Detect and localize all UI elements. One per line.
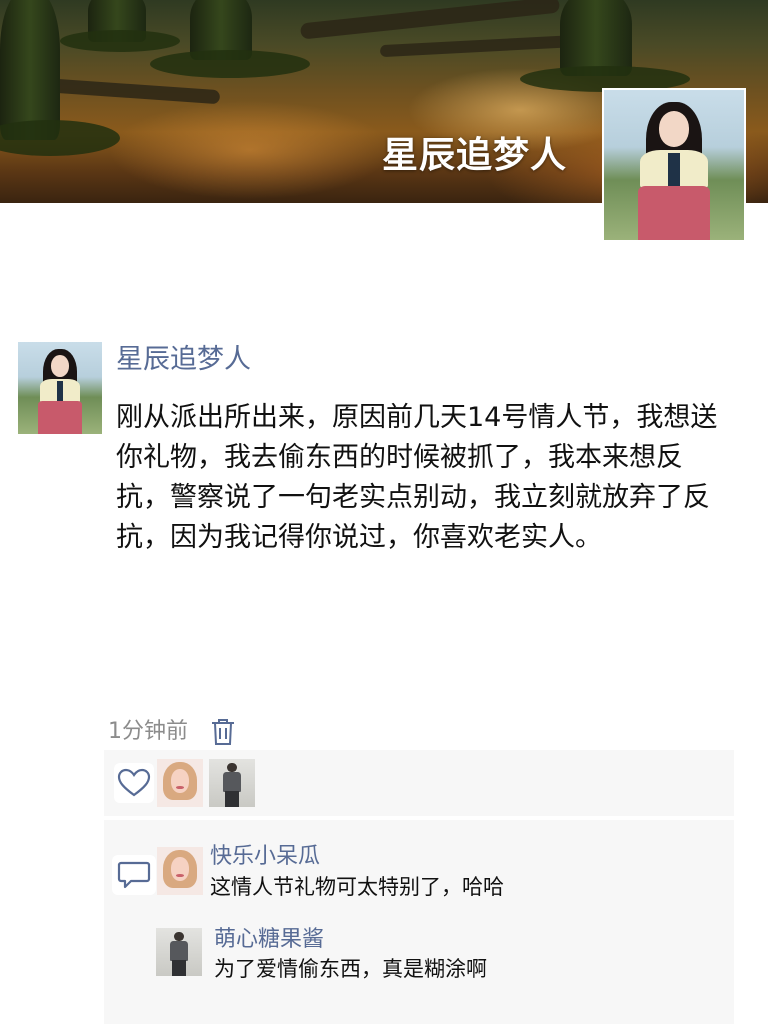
comment-author[interactable]: 快乐小呆瓜 xyxy=(210,842,320,872)
comment-text: 为了爱情偷东西，真是糊涂啊 xyxy=(214,957,487,981)
trash-icon[interactable] xyxy=(210,717,236,747)
heart-icon[interactable] xyxy=(114,763,154,803)
comment-icon[interactable] xyxy=(112,855,156,895)
comments-panel: 快乐小呆瓜 这情人节礼物可太特别了，哈哈 萌心糖果酱 为了爱情偷东西，真是糊涂啊 xyxy=(104,820,734,1024)
post-timestamp: 1分钟前 xyxy=(108,719,188,744)
likes-panel xyxy=(104,750,734,816)
cover-nickname: 星辰追梦人 xyxy=(382,135,568,176)
liker-avatar[interactable] xyxy=(209,759,255,807)
post-author-avatar[interactable] xyxy=(18,342,102,434)
comment-author[interactable]: 萌心糖果酱 xyxy=(214,925,324,955)
profile-avatar[interactable] xyxy=(602,88,746,242)
post-author-name[interactable]: 星辰追梦人 xyxy=(116,340,251,380)
comment-text: 这情人节礼物可太特别了，哈哈 xyxy=(210,875,504,899)
comment-avatar[interactable] xyxy=(157,847,203,895)
post-content: 刚从派出所出来，原因前几天14号情人节，我想送你礼物，我去偷东西的时候被抓了，我… xyxy=(116,402,718,553)
post-meta-row: 1分钟前 xyxy=(108,715,236,749)
liker-avatar[interactable] xyxy=(157,759,203,807)
comment-avatar[interactable] xyxy=(156,928,202,976)
